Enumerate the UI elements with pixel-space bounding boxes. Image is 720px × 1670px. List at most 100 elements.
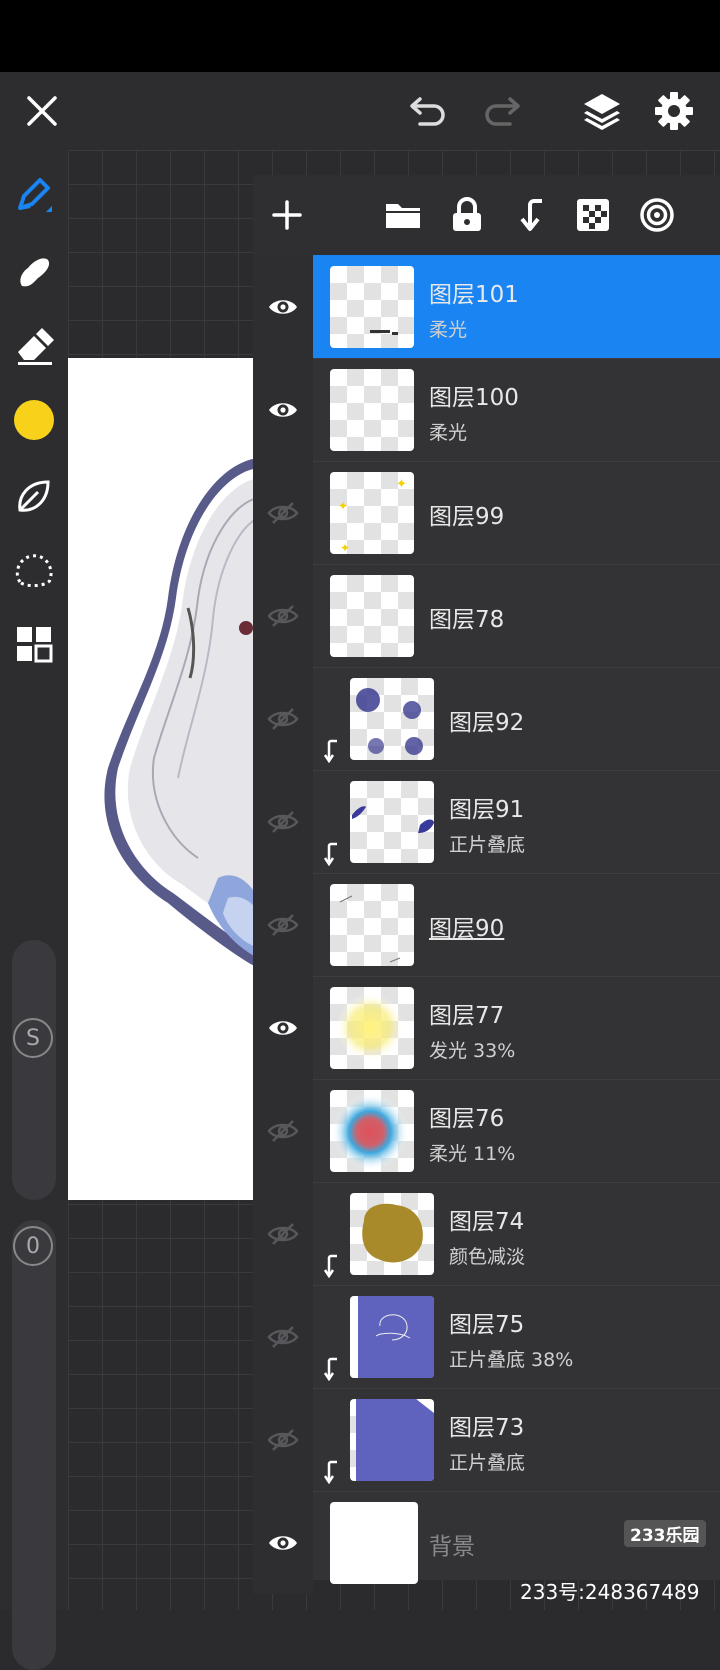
layer-row[interactable]: 图层92	[253, 667, 720, 771]
layer-thumbnail	[330, 1502, 418, 1584]
merge-down-button[interactable]	[507, 191, 555, 239]
layer-thumbnail	[330, 1090, 414, 1172]
layer-row[interactable]: 图层90	[253, 873, 720, 977]
layer-name: 背景	[429, 1534, 475, 1560]
layer-name: 图层78	[429, 607, 505, 633]
gallery-tool[interactable]	[10, 620, 58, 668]
layer-thumbnail	[350, 781, 434, 863]
layer-row[interactable]: ✦ ✦ ✦ 图层99	[253, 461, 720, 565]
blend-mode-button[interactable]	[633, 191, 681, 239]
clipping-mask-icon	[323, 1460, 337, 1484]
gear-icon	[655, 92, 693, 130]
opacity-slider-badge: 0	[13, 1226, 53, 1266]
watermark-logo: 233乐园	[624, 1520, 706, 1547]
layer-name: 图层91	[449, 797, 525, 823]
layer-visibility-toggle[interactable]	[253, 667, 313, 770]
eraser-tool[interactable]	[10, 322, 58, 370]
eye-hidden-icon	[267, 604, 299, 627]
eye-hidden-icon	[267, 810, 299, 833]
eye-icon	[269, 1020, 297, 1035]
layer-visibility-toggle[interactable]	[253, 461, 313, 564]
layer-name: 图层90	[429, 916, 505, 942]
character-artwork	[104, 458, 258, 968]
artboard[interactable]	[68, 358, 258, 1200]
layer-row[interactable]: 图层76 柔光 11%	[253, 1079, 720, 1183]
layer-name: 图层92	[449, 710, 525, 736]
layer-name: 图层73	[449, 1415, 525, 1441]
layer-visibility-toggle[interactable]	[253, 358, 313, 461]
layer-name: 图层100	[429, 385, 519, 411]
layers-button[interactable]	[576, 72, 628, 150]
eye-icon	[269, 402, 297, 417]
redo-icon	[485, 97, 520, 126]
layer-row[interactable]: 图层75 正片叠底 38%	[253, 1285, 720, 1389]
layer-row[interactable]: 图层77 发光 33%	[253, 976, 720, 1080]
eye-hidden-icon	[267, 501, 299, 524]
smudge-icon	[20, 258, 50, 287]
leaf-icon	[18, 480, 50, 512]
layer-row[interactable]: 图层100 柔光	[253, 358, 720, 462]
settings-button[interactable]	[648, 72, 700, 150]
layer-thumbnail	[350, 1193, 434, 1275]
lasso-icon	[15, 554, 53, 588]
brush-size-slider[interactable]	[12, 940, 56, 1200]
layer-visibility-toggle[interactable]	[253, 1491, 313, 1594]
eye-hidden-icon	[267, 913, 299, 936]
selection-tool[interactable]	[10, 546, 58, 594]
transparency-lock-button[interactable]	[569, 191, 617, 239]
layer-visibility-toggle[interactable]	[253, 770, 313, 873]
shape-tool[interactable]	[10, 472, 58, 520]
svg-text:✦: ✦	[338, 499, 348, 513]
layers-panel: 图层101 柔光 图层100 柔光 ✦ ✦ ✦ 图层99 图层78 图层92 图层91 正片叠底 图层9…	[253, 175, 720, 1594]
layer-thumbnail	[350, 678, 434, 760]
layer-visibility-toggle[interactable]	[253, 1079, 313, 1182]
brush-tool[interactable]	[10, 172, 58, 220]
layer-visibility-toggle[interactable]	[253, 564, 313, 667]
layer-visibility-toggle[interactable]	[253, 1285, 313, 1388]
layer-row[interactable]: 图层78	[253, 564, 720, 668]
color-picker[interactable]	[10, 396, 58, 444]
layer-blend-mode: 正片叠底 38%	[449, 1349, 574, 1371]
layer-visibility-toggle[interactable]	[253, 255, 313, 358]
clipping-mask-icon	[323, 739, 337, 763]
folder-icon	[386, 204, 420, 228]
svg-text:✦: ✦	[396, 477, 407, 492]
layer-row[interactable]: 图层101 柔光	[253, 255, 720, 359]
eye-hidden-icon	[267, 1428, 299, 1451]
layer-row[interactable]: 图层74 颜色减淡	[253, 1182, 720, 1286]
layer-thumbnail	[330, 575, 414, 657]
left-toolbar: S 0	[0, 150, 68, 1670]
transparency-icon	[577, 199, 609, 231]
clipping-mask-icon	[323, 1254, 337, 1278]
layer-thumbnail	[330, 369, 414, 451]
layer-thumbnail	[330, 987, 414, 1069]
undo-button[interactable]	[404, 72, 452, 150]
layer-row[interactable]: 图层73 正片叠底	[253, 1388, 720, 1492]
smudge-tool[interactable]	[10, 248, 58, 296]
svg-text:✦: ✦	[340, 541, 350, 554]
size-slider-badge: S	[13, 1018, 53, 1058]
eye-hidden-icon	[267, 1119, 299, 1142]
close-button[interactable]	[18, 72, 66, 150]
layer-visibility-toggle[interactable]	[253, 976, 313, 1079]
opacity-slider[interactable]	[12, 1220, 56, 1670]
layers-icon	[584, 94, 620, 130]
lock-layer-button[interactable]	[443, 191, 491, 239]
layer-blend-mode: 柔光	[429, 422, 468, 444]
new-folder-button[interactable]	[379, 191, 427, 239]
current-color-swatch	[14, 400, 54, 440]
layer-blend-mode: 颜色减淡	[449, 1246, 526, 1268]
layer-visibility-toggle[interactable]	[253, 1182, 313, 1285]
layer-visibility-toggle[interactable]	[253, 873, 313, 976]
layer-name: 图层76	[429, 1106, 505, 1132]
pen-icon	[18, 178, 52, 212]
layer-blend-mode: 正片叠底	[449, 1452, 526, 1474]
layer-visibility-toggle[interactable]	[253, 1388, 313, 1491]
add-layer-button[interactable]	[263, 191, 311, 239]
layer-thumbnail: ✦ ✦ ✦	[330, 472, 414, 554]
undo-icon	[410, 97, 445, 126]
redo-button[interactable]	[478, 72, 526, 150]
layer-blend-mode: 发光 33%	[429, 1040, 516, 1062]
clipping-mask-icon	[323, 1357, 337, 1381]
layer-row[interactable]: 图层91 正片叠底	[253, 770, 720, 874]
